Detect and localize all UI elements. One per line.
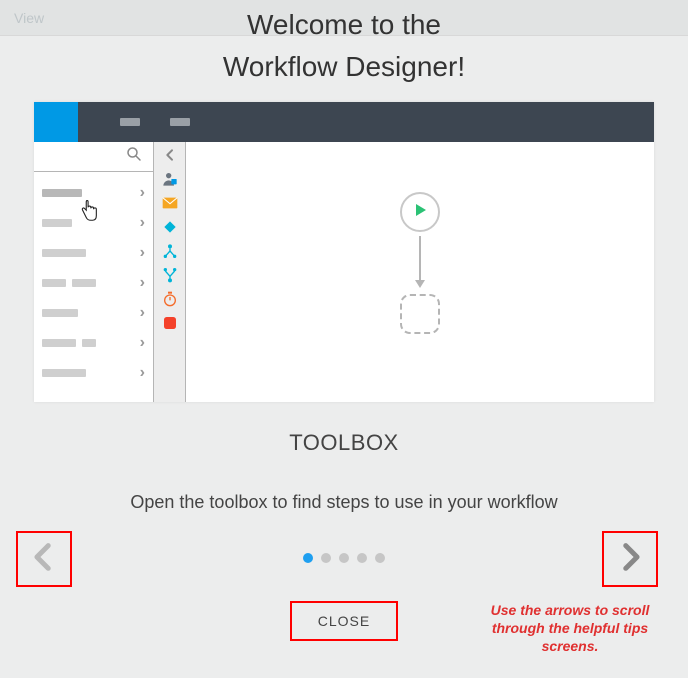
mail-icon <box>161 194 179 212</box>
illustration-appbar <box>34 102 654 142</box>
close-button[interactable]: CLOSE <box>290 601 398 641</box>
welcome-title-line1: Welcome to the <box>0 8 688 42</box>
welcome-dialog: Welcome to the Workflow Designer! <box>0 8 688 641</box>
illustration-tab-active <box>34 102 78 142</box>
pager-dot[interactable] <box>321 553 331 563</box>
illustration-tab <box>120 118 140 126</box>
diamond-icon <box>161 218 179 236</box>
search-icon <box>125 145 143 168</box>
pager-dot[interactable] <box>375 553 385 563</box>
pager-dot[interactable] <box>357 553 367 563</box>
connector-arrowhead <box>415 280 425 288</box>
person-shield-icon <box>161 170 179 188</box>
chevron-left-icon <box>27 537 61 582</box>
stopwatch-icon <box>161 290 179 308</box>
illustration-toolbox-panel: › › › › › › › <box>34 142 154 402</box>
welcome-title-line2: Workflow Designer! <box>0 50 688 84</box>
slide-illustration: › › › › › › › <box>34 102 654 402</box>
illustration-canvas <box>186 142 654 402</box>
illustration-step-palette <box>154 142 186 402</box>
connector-line <box>419 236 421 282</box>
chevron-right-icon <box>613 537 647 582</box>
illustration-tab <box>170 118 190 126</box>
slide-title: TOOLBOX <box>0 430 688 456</box>
prev-slide-button[interactable] <box>16 531 72 587</box>
cursor-hand-icon <box>78 200 100 229</box>
branch-icon <box>161 242 179 260</box>
drop-target-placeholder <box>400 294 440 334</box>
stop-icon <box>161 314 179 332</box>
start-node <box>400 192 440 232</box>
play-icon <box>412 202 428 223</box>
next-slide-button[interactable] <box>602 531 658 587</box>
slide-description: Open the toolbox to find steps to use in… <box>0 492 688 513</box>
pager-dots <box>0 531 688 563</box>
pager-dot[interactable] <box>339 553 349 563</box>
pager-dot[interactable] <box>303 553 313 563</box>
chevron-left-icon <box>161 146 179 164</box>
merge-icon <box>161 266 179 284</box>
help-annotation: Use the arrows to scroll through the hel… <box>470 601 670 655</box>
